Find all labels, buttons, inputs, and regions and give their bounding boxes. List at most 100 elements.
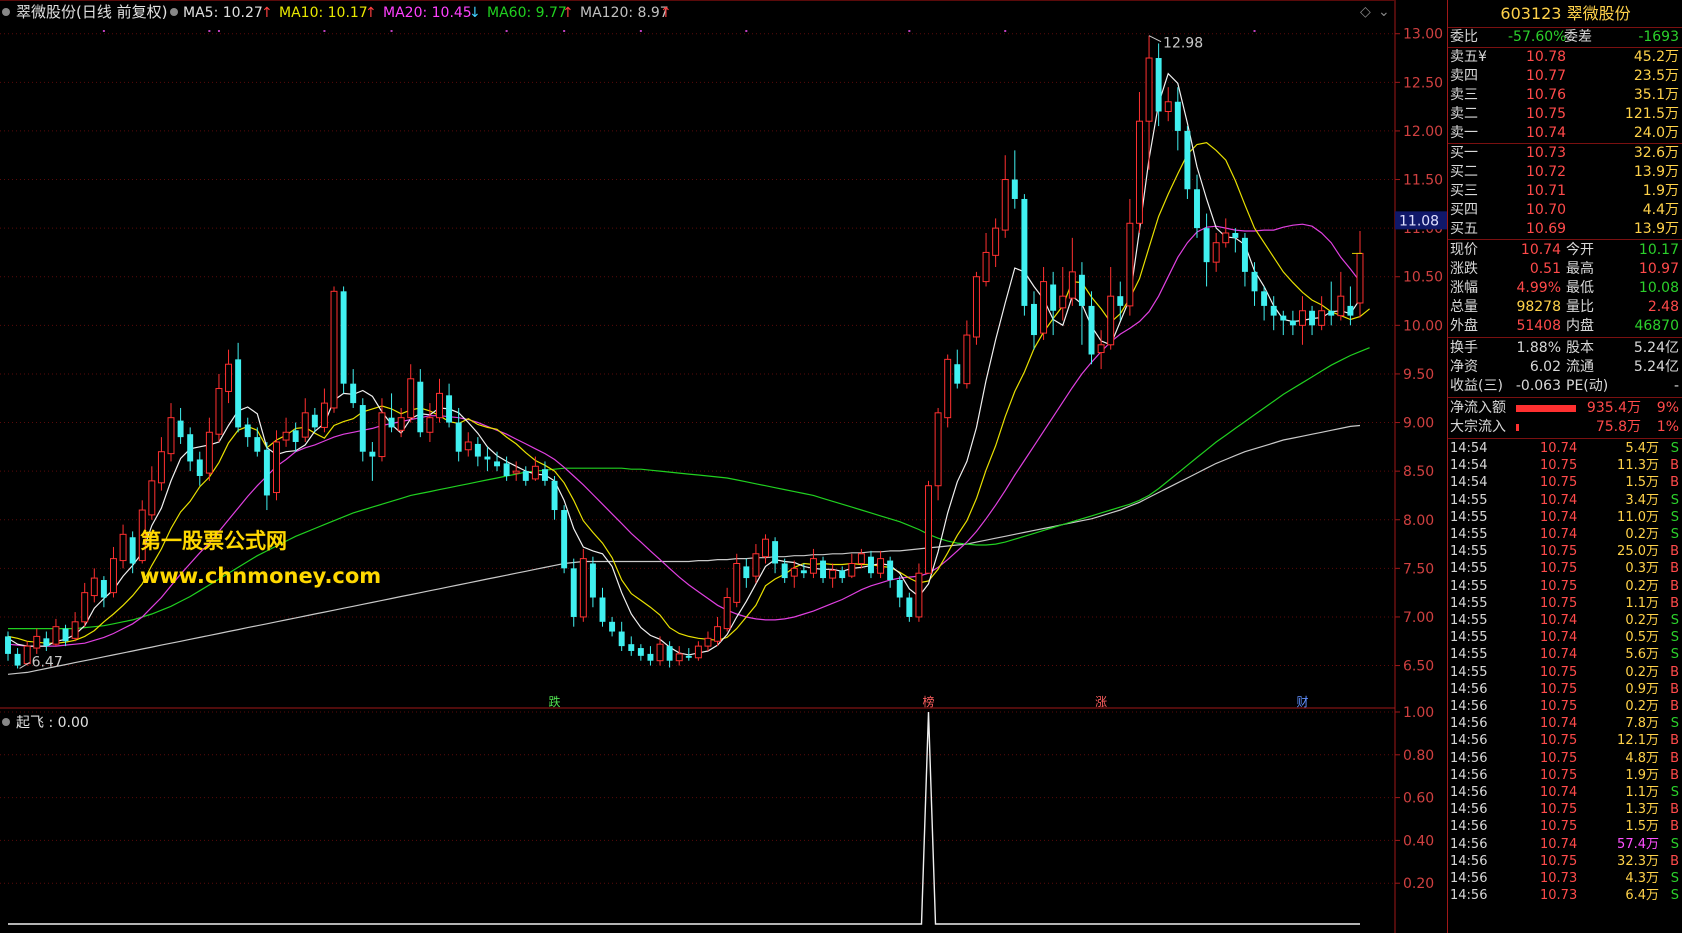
stat-value: 4.99%	[1516, 280, 1561, 296]
candle-body	[244, 424, 251, 438]
stat-row: 收益(三) -0.063 PE(动) -	[1448, 377, 1682, 396]
tick-row: 14:55 10.75 1.1万 B	[1448, 595, 1682, 612]
sell-volume: 35.1万	[1633, 87, 1679, 103]
signal-dot	[745, 30, 748, 32]
flow-row: 大宗流入 75.8万 1%	[1448, 418, 1682, 437]
candle-body	[1298, 310, 1306, 326]
tick-time: 14:54	[1450, 458, 1488, 474]
buy-label: 买四	[1450, 202, 1478, 218]
signal-dot	[323, 30, 326, 32]
tick-volume: 0.2万	[1625, 527, 1659, 542]
chart-title: 翠微股份(日线 前复权)	[16, 3, 167, 21]
candle-body	[474, 443, 481, 457]
signal-dot	[1253, 30, 1256, 32]
tick-row: 14:56 10.75 1.9万 B	[1448, 767, 1682, 784]
candle-body	[167, 417, 175, 455]
candle-body	[1318, 310, 1326, 326]
buy-label: 买三	[1450, 183, 1478, 199]
tick-side: S	[1670, 647, 1679, 663]
ma-arrow-1: ↑	[365, 5, 377, 21]
candle-body	[1088, 305, 1095, 355]
candle-body	[1222, 232, 1230, 244]
tick-price: 10.74	[1540, 716, 1578, 732]
sell-volume: 24.0万	[1633, 125, 1679, 141]
candle-body	[1289, 320, 1296, 326]
tick-time: 14:56	[1450, 716, 1488, 732]
candle-body	[90, 577, 98, 597]
tick-row: 14:56 10.75 0.2万 B	[1448, 698, 1682, 715]
chevron-down-icon: ⌄	[1378, 4, 1390, 20]
sell-label: 卖四	[1450, 68, 1478, 84]
stat-value: 51408	[1516, 318, 1561, 334]
candle-body	[494, 461, 500, 467]
buy-volume: 13.9万	[1633, 221, 1679, 237]
candle-body	[1135, 120, 1143, 224]
candle-body	[1184, 130, 1191, 190]
candle-body	[1097, 344, 1105, 354]
candle-body	[235, 359, 242, 428]
candle-body	[637, 648, 644, 656]
candle-body	[1194, 189, 1200, 229]
tick-time: 14:54	[1450, 441, 1488, 456]
tick-price: 10.75	[1540, 595, 1578, 611]
stat-value: 5.24亿	[1633, 359, 1679, 375]
indicator-tick-label: 0.80	[1403, 748, 1434, 764]
candle-body	[407, 378, 415, 419]
tick-side: B	[1670, 561, 1679, 577]
weibi-label: 委比	[1450, 29, 1478, 45]
signal-dot	[217, 30, 220, 32]
tick-price: 10.75	[1540, 544, 1578, 560]
buy-label: 买五	[1450, 221, 1478, 237]
sell-price: 10.78	[1526, 49, 1567, 65]
stat-label: 净资	[1450, 359, 1478, 375]
candle-body	[934, 412, 942, 487]
signal-dot	[208, 30, 211, 32]
buy-row: 买二 10.72 13.9万	[1448, 163, 1682, 182]
tick-time: 14:55	[1450, 492, 1488, 508]
sell-row: 卖二 10.75 121.5万	[1448, 105, 1682, 124]
tick-price: 10.75	[1540, 802, 1578, 818]
stat-label: PE(动)	[1566, 378, 1609, 394]
diamond-icon: ◇	[1360, 4, 1371, 20]
candle-body	[723, 597, 731, 630]
tick-row: 14:55 10.75 0.2万 B	[1448, 578, 1682, 595]
buy-row: 买一 10.73 32.6万	[1448, 144, 1682, 163]
tick-side: B	[1670, 458, 1679, 474]
tick-volume: 0.3万	[1625, 561, 1659, 577]
tick-time: 14:55	[1450, 509, 1488, 525]
candle-body	[359, 405, 366, 452]
sell-row: 卖一 10.74 24.0万	[1448, 124, 1682, 143]
buy-row: 买五 10.69 13.9万	[1448, 220, 1682, 239]
tick-row: 14:56 10.75 32.3万 B	[1448, 853, 1682, 870]
candle-body	[915, 572, 923, 618]
candle-body	[944, 358, 952, 419]
candle-body	[954, 364, 961, 384]
flow-pct: 9%	[1656, 400, 1679, 416]
candle-body	[1059, 295, 1067, 309]
watermark-line2: www.chnmoney.com	[140, 564, 381, 588]
tick-volume: 0.2万	[1625, 578, 1659, 594]
chart-area[interactable]: 6.50 7.00 7.50 8.00 8.50 9.00 9.50 10.00 10.50 11…	[0, 0, 1447, 933]
stat-label: 涨幅	[1450, 280, 1478, 296]
y-tick-label: 10.00	[1403, 318, 1443, 334]
tick-volume: 6.4万	[1625, 888, 1659, 904]
tick-side: B	[1670, 664, 1679, 680]
indicator-tick-label: 1.00	[1403, 705, 1434, 721]
tick-row: 14:55 10.74 5.6万 S	[1448, 646, 1682, 663]
candle-body	[378, 412, 386, 458]
candle-body	[369, 451, 376, 457]
signal-dot	[102, 30, 105, 32]
candle-body	[1001, 179, 1009, 231]
sell-label: 卖三	[1450, 87, 1478, 103]
candle-body	[503, 463, 510, 477]
tick-side: B	[1670, 578, 1679, 594]
weibi-value: -57.60%	[1508, 29, 1567, 45]
tick-side: B	[1670, 475, 1679, 491]
tick-side: B	[1670, 733, 1679, 749]
candle-body	[522, 471, 529, 481]
candle-body	[1270, 305, 1277, 316]
ma-legend-1: MA10: 10.17	[279, 5, 368, 21]
candle-body	[110, 558, 117, 594]
tick-price: 10.73	[1540, 888, 1578, 904]
candle-body	[1040, 281, 1048, 334]
